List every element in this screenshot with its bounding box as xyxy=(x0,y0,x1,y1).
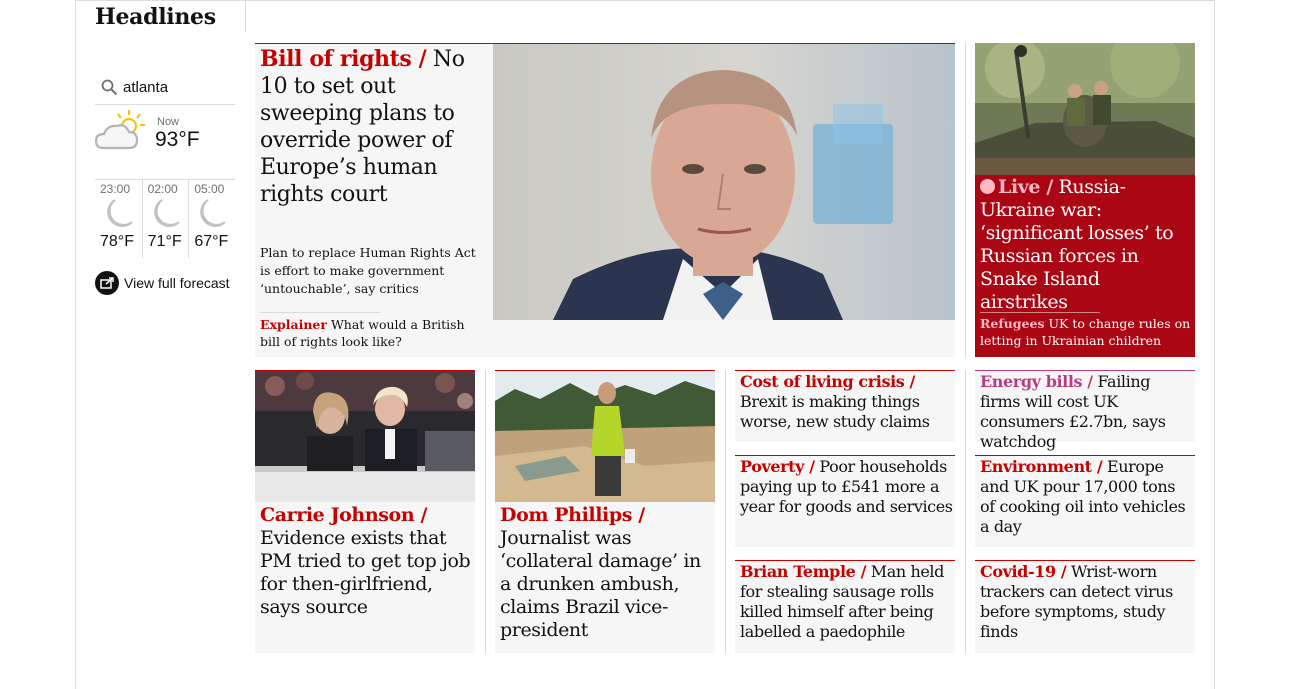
story-card-dom-phillips[interactable]: Dom Phillips / Journalist was ‘collatera… xyxy=(495,370,715,653)
forecast-time: 23:00 xyxy=(100,182,131,196)
main-story-standfirst: Plan to replace Human Rights Act is effo… xyxy=(260,245,476,296)
story-title: Evidence exists that PM tried to get top… xyxy=(260,527,471,618)
story-card-environment[interactable]: Environment / Europe and UK pour 17,000 … xyxy=(975,455,1195,547)
forecast-temp: 67°F xyxy=(194,233,229,250)
live-story-sublink[interactable]: Refugees UK to change rules on letting i… xyxy=(980,315,1192,349)
full-forecast-label: View full forecast xyxy=(124,275,230,291)
story-headline[interactable]: Covid-19 / Wrist-worn trackers can detec… xyxy=(980,562,1194,642)
story-headline[interactable]: Energy bills / Failing firms will cost U… xyxy=(980,372,1194,452)
forecast-temp: 78°F xyxy=(100,233,134,250)
weather-location-search[interactable] xyxy=(95,70,235,105)
main-story-sublink[interactable]: Explainer What would a British bill of r… xyxy=(260,316,486,350)
story-headline[interactable]: Carrie Johnson / Evidence exists that PM… xyxy=(260,504,472,619)
live-story-card[interactable]: Live / Russia-Ukraine war: ‘significant … xyxy=(975,43,1195,357)
sublink-kicker: Refugees xyxy=(980,316,1045,331)
live-story-headline[interactable]: Live / Russia-Ukraine war: ‘significant … xyxy=(980,176,1192,314)
story-headline[interactable]: Cost of living crisis / Brexit is making… xyxy=(740,372,954,432)
story-headline[interactable]: Poverty / Poor households paying up to £… xyxy=(740,457,954,517)
weather-now: Now 93°F xyxy=(94,106,235,180)
live-kicker: Live / xyxy=(998,176,1053,198)
story-card-brian-temple[interactable]: Brian Temple / Man held for stealing sau… xyxy=(735,560,955,653)
forecast-time: 02:00 xyxy=(147,182,178,196)
live-indicator-icon xyxy=(980,179,995,194)
main-story-kicker: Bill of rights / xyxy=(260,46,427,72)
main-story-card[interactable]: Bill of rights / No 10 to set out sweepi… xyxy=(255,43,955,357)
story-kicker: Environment / xyxy=(980,457,1103,476)
moon-icon xyxy=(100,198,134,234)
story-headline[interactable]: Environment / Europe and UK pour 17,000 … xyxy=(980,457,1194,537)
story-title: Journalist was ‘collateral damage’ in a … xyxy=(500,527,701,641)
forecast-item: 23:00 78°F xyxy=(95,180,142,258)
story-kicker: Cost of living crisis / xyxy=(740,372,915,391)
divider xyxy=(260,312,380,313)
story-card-carrie-johnson[interactable]: Carrie Johnson / Evidence exists that PM… xyxy=(255,370,475,653)
story-card-covid[interactable]: Covid-19 / Wrist-worn trackers can detec… xyxy=(975,560,1195,653)
forecast-time: 05:00 xyxy=(194,182,225,196)
story-card-energy-bills[interactable]: Energy bills / Failing firms will cost U… xyxy=(975,370,1195,451)
story-image[interactable] xyxy=(255,371,475,502)
external-link-icon xyxy=(95,271,119,295)
story-card-cost-of-living[interactable]: Cost of living crisis / Brexit is making… xyxy=(735,370,955,442)
now-temperature: 93°F xyxy=(155,128,200,151)
now-label: Now xyxy=(157,116,180,128)
hourly-forecast: 23:00 78°F 02:00 71°F 05:00 67°F xyxy=(95,180,235,258)
column-divider xyxy=(965,370,966,653)
story-headline[interactable]: Brian Temple / Man held for stealing sau… xyxy=(740,562,954,642)
divider xyxy=(980,312,1100,313)
story-kicker: Poverty / xyxy=(740,457,815,476)
section-title: Headlines xyxy=(95,4,216,30)
moon-icon xyxy=(147,198,181,234)
story-title: Brexit is making things worse, new study… xyxy=(740,392,930,431)
full-forecast-link[interactable]: View full forecast xyxy=(95,271,230,295)
location-input[interactable] xyxy=(123,78,228,96)
forecast-item: 05:00 67°F xyxy=(188,180,235,258)
live-story-image[interactable] xyxy=(975,43,1195,175)
search-icon xyxy=(95,79,123,96)
forecast-temp: 71°F xyxy=(147,233,182,250)
partly-sunny-icon xyxy=(94,108,149,158)
column-divider xyxy=(725,370,726,653)
story-card-poverty[interactable]: Poverty / Poor households paying up to £… xyxy=(735,455,955,547)
story-kicker: Brian Temple / xyxy=(740,562,867,581)
main-story-image[interactable] xyxy=(493,44,955,320)
forecast-item: 02:00 71°F xyxy=(141,180,189,258)
column-divider xyxy=(965,43,966,357)
sublink-kicker: Explainer xyxy=(260,317,327,332)
story-kicker: Energy bills / xyxy=(980,372,1093,391)
story-kicker: Dom Phillips / xyxy=(500,504,645,526)
story-image[interactable] xyxy=(495,371,715,502)
story-kicker: Carrie Johnson / xyxy=(260,504,428,526)
main-story-headline[interactable]: Bill of rights / No 10 to set out sweepi… xyxy=(260,46,486,208)
moon-icon xyxy=(193,198,227,234)
story-kicker: Covid-19 / xyxy=(980,562,1067,581)
header-divider xyxy=(245,0,246,32)
column-divider xyxy=(485,370,486,653)
story-headline[interactable]: Dom Phillips / Journalist was ‘collatera… xyxy=(500,504,712,642)
